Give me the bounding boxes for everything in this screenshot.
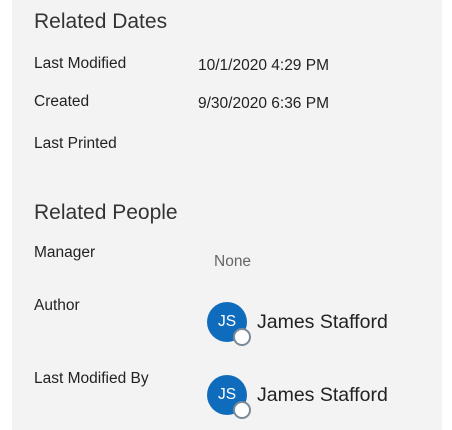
properties-panel: Related Dates Last Modified 10/1/2020 4:…	[12, 0, 442, 430]
last-modified-label: Last Modified	[34, 55, 127, 72]
author-name[interactable]: James Stafford	[257, 311, 388, 334]
manager-label: Manager	[34, 244, 96, 261]
last-modified-by-person[interactable]: JS James Stafford	[207, 375, 388, 419]
author-person[interactable]: JS James Stafford	[207, 302, 388, 346]
last-modified-by-name[interactable]: James Stafford	[257, 384, 388, 407]
last-printed-label: Last Printed	[34, 135, 117, 152]
related-people-heading: Related People	[34, 201, 178, 224]
presence-status-icon	[233, 328, 251, 346]
last-modified-value: 10/1/2020 4:29 PM	[198, 57, 329, 74]
related-dates-heading: Related Dates	[34, 10, 168, 33]
author-label: Author	[34, 297, 80, 314]
last-modified-by-label: Last Modified By	[34, 370, 149, 387]
created-label: Created	[34, 93, 90, 110]
avatar[interactable]: JS	[207, 302, 251, 346]
manager-value[interactable]: None	[214, 253, 251, 271]
avatar-initials: JS	[217, 386, 237, 403]
avatar-initials: JS	[217, 313, 237, 330]
presence-status-icon	[233, 401, 251, 419]
avatar[interactable]: JS	[207, 375, 251, 419]
created-value: 9/30/2020 6:36 PM	[198, 95, 329, 112]
